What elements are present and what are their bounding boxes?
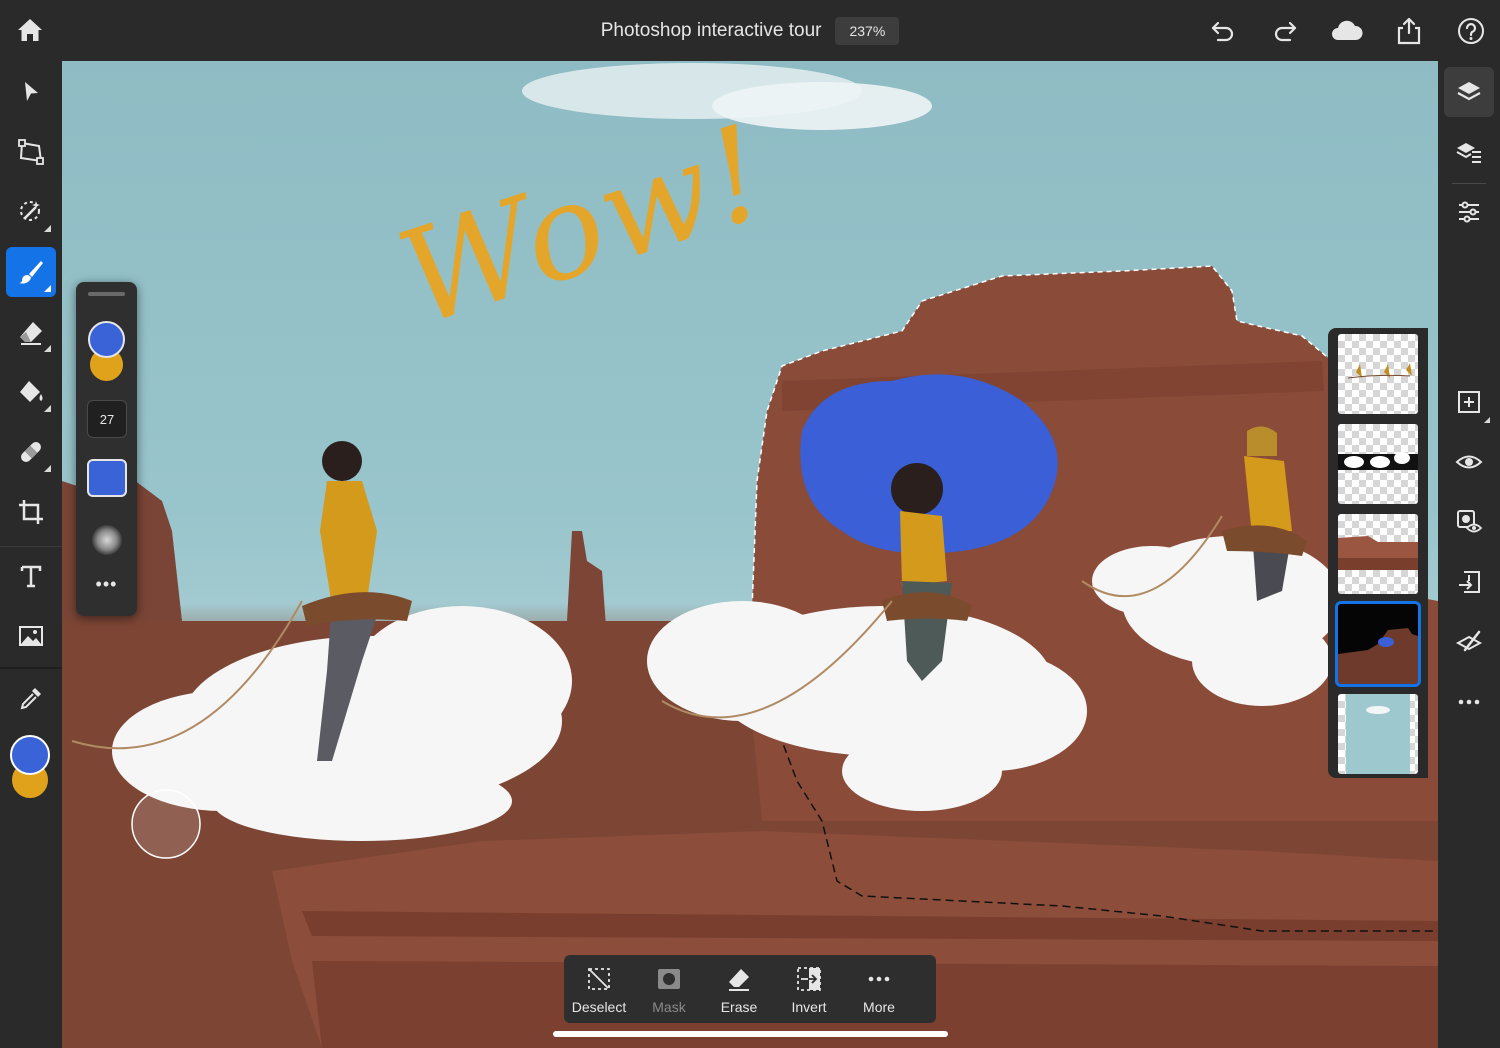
crop-icon [19,500,43,524]
brush-hardness[interactable] [92,525,122,555]
share-icon[interactable] [1392,14,1426,48]
mask-label: Mask [652,999,686,1015]
home-icon[interactable] [14,14,46,46]
mask-visibility-icon[interactable] [1444,497,1494,547]
panel-grip[interactable] [88,292,125,296]
layer-thumbnails [1328,328,1428,778]
crop-tool[interactable] [6,487,56,537]
layer-properties-icon[interactable] [1444,127,1494,177]
more-label: More [863,999,895,1015]
home-indicator[interactable] [553,1031,948,1037]
adjustments-icon[interactable] [1444,187,1494,237]
place-image-tool[interactable] [6,611,56,661]
help-icon[interactable] [1454,14,1488,48]
deselect-icon [585,965,613,993]
undo-icon[interactable] [1206,14,1240,48]
mask-icon [655,965,683,993]
brush-properties-panel: 27 ••• [76,282,137,616]
magic-select-icon [20,201,40,221]
invert-button[interactable]: Invert [774,955,844,1023]
brush-primary-color[interactable] [88,321,125,358]
brush-tool[interactable] [6,247,56,297]
type-icon [20,565,42,588]
arrow-icon [25,82,38,101]
erase-button[interactable]: Erase [704,955,774,1023]
fill-tool[interactable] [6,367,56,417]
canvas[interactable]: Wow! [62,61,1438,1048]
healing-tool[interactable] [6,427,56,477]
brush-icon [19,261,43,284]
eyedropper-icon [20,688,41,710]
top-bar: Photoshop interactive tour 237% [0,0,1500,61]
eraser-icon [20,322,42,345]
primary-color-swatch[interactable] [10,735,50,775]
import-icon[interactable] [1444,557,1494,607]
more-button[interactable]: More [844,955,914,1023]
layer-riders[interactable] [1338,334,1418,414]
add-layer-icon[interactable] [1444,377,1494,427]
erase-icon [725,965,753,993]
right-toolbar [1438,61,1500,1048]
type-tool[interactable] [6,551,56,601]
erase-label: Erase [720,999,758,1015]
transform-icon [18,139,44,165]
more-dots-icon [865,965,893,993]
effects-icon[interactable] [1444,617,1494,667]
deselect-label: Deselect [571,999,627,1015]
bandage-icon [21,442,41,462]
layer-sky[interactable] [1338,694,1418,774]
left-toolbar [0,61,62,1048]
transform-tool[interactable] [6,127,56,177]
layer-clouds-mask[interactable] [1338,424,1418,504]
cloud-icon[interactable] [1330,14,1364,48]
brush-color-box[interactable] [87,459,127,497]
invert-label: Invert [791,999,827,1015]
deselect-button[interactable]: Deselect [564,955,634,1023]
eyedropper-tool[interactable] [6,673,56,723]
zoom-level[interactable]: 237% [835,16,900,45]
brush-size[interactable]: 27 [87,400,127,438]
image-icon [19,626,43,646]
layer-selection-mask[interactable] [1335,601,1421,687]
paint-bucket-icon [20,381,43,402]
visibility-icon[interactable] [1444,437,1494,487]
eraser-tool[interactable] [6,307,56,357]
layers-icon[interactable] [1444,67,1494,117]
more-icon[interactable] [1444,677,1494,727]
redo-icon[interactable] [1268,14,1302,48]
selection-action-bar: Deselect Mask Erase Invert More [564,955,936,1023]
selection-tool[interactable] [6,187,56,237]
invert-icon [795,965,823,993]
mask-button[interactable]: Mask [634,955,704,1023]
move-tool[interactable] [6,67,56,117]
brush-more-button[interactable]: ••• [76,574,137,595]
layer-rocks[interactable] [1338,514,1418,594]
document-title[interactable]: Photoshop interactive tour [601,20,822,42]
